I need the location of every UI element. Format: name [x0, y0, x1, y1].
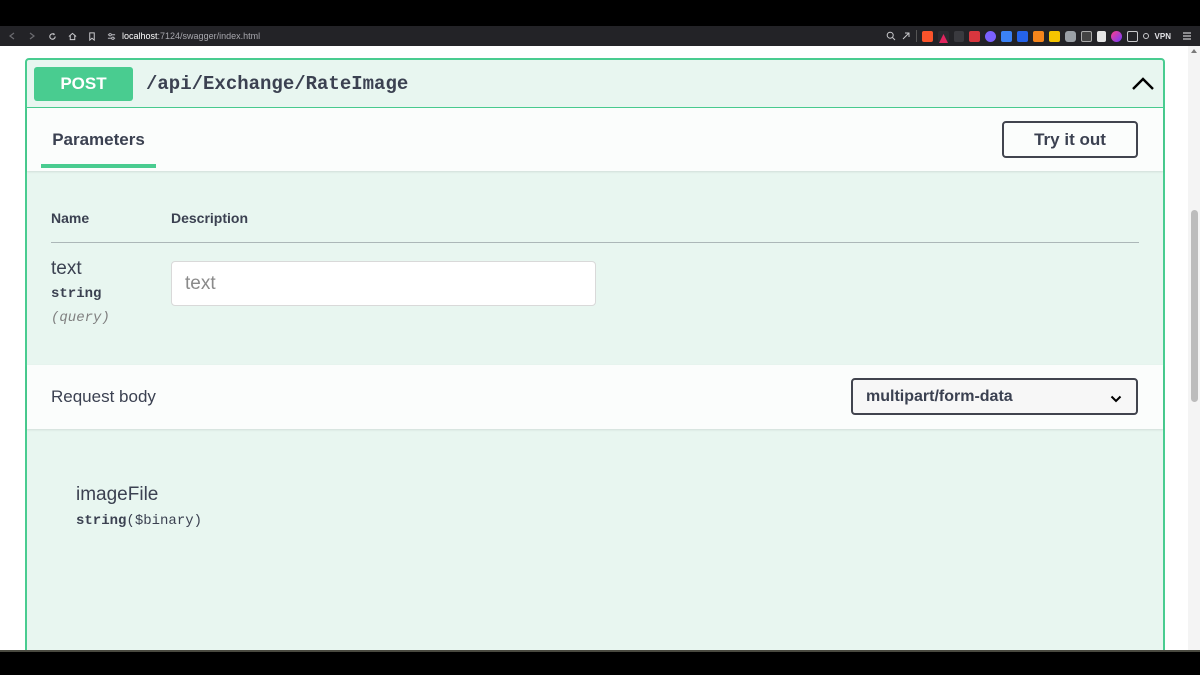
letterbox-bottom	[0, 652, 1200, 675]
body-field-type: string($binary)	[76, 513, 202, 529]
body-field-type-name: string	[76, 513, 127, 529]
operation-path: /api/Exchange/RateImage	[146, 72, 409, 95]
parameters-header: Parameters Try it out	[27, 108, 1163, 171]
page-scrollbar[interactable]	[1188, 46, 1200, 652]
request-body-title: Request body	[51, 387, 156, 406]
menu-icon[interactable]	[1182, 31, 1192, 41]
scrollbar-thumb[interactable]	[1191, 210, 1198, 402]
lastpass-icon[interactable]	[968, 30, 980, 42]
home-icon[interactable]	[64, 28, 80, 44]
url-host: localhost	[122, 31, 158, 41]
back-icon[interactable]	[4, 28, 20, 44]
content-type-value: multipart/form-data	[866, 387, 1013, 405]
scroll-up-arrow-icon[interactable]	[1191, 49, 1197, 53]
address-bar[interactable]: localhost:7124/swagger/index.html	[107, 28, 887, 44]
extension-gray-icon[interactable]	[1080, 30, 1092, 42]
operation-block: POST /api/Exchange/RateImage Parameters …	[25, 58, 1165, 652]
bookmark-icon[interactable]	[84, 28, 100, 44]
site-info-icon[interactable]	[107, 32, 116, 41]
letterbox-top	[0, 0, 1200, 26]
extension-globe-icon[interactable]	[1016, 30, 1028, 42]
extension-blue-icon[interactable]	[1000, 30, 1012, 42]
extension-purple-icon[interactable]	[984, 30, 996, 42]
toolbar-divider	[915, 30, 917, 42]
brave-shield-icon[interactable]	[921, 30, 933, 42]
extension-separator-icon	[953, 30, 964, 42]
parameter-name: text	[51, 258, 82, 279]
tab-active-underline	[41, 164, 156, 168]
request-body-header: Request body multipart/form-data	[27, 365, 1163, 429]
parameter-location: (query)	[51, 310, 110, 326]
sidebar-toggle-icon[interactable]	[1096, 30, 1106, 42]
parameter-type: string	[51, 286, 102, 302]
extensions-bar: VPN	[886, 28, 1192, 44]
vpn-label: VPN	[1154, 31, 1171, 41]
profile-avatar-icon[interactable]	[1110, 30, 1122, 42]
share-icon[interactable]	[901, 31, 911, 41]
extension-grid-icon[interactable]	[1064, 30, 1076, 42]
content-type-select[interactable]: multipart/form-data	[851, 378, 1138, 415]
browser-toolbar: localhost:7124/swagger/index.html VPN	[0, 26, 1200, 46]
brave-rewards-icon[interactable]	[937, 30, 949, 43]
column-header-name: Name	[51, 210, 90, 226]
url-path: :7124/swagger/index.html	[157, 31, 261, 41]
try-it-out-button[interactable]: Try it out	[1002, 121, 1138, 158]
operation-summary[interactable]: POST /api/Exchange/RateImage	[27, 60, 1163, 108]
column-header-description: Description	[171, 210, 249, 226]
forward-icon[interactable]	[24, 28, 40, 44]
url-text: localhost:7124/swagger/index.html	[122, 31, 260, 41]
swagger-page: POST /api/Exchange/RateImage Parameters …	[0, 46, 1200, 652]
chevron-down-icon	[1110, 391, 1122, 403]
wallet-icon[interactable]	[1126, 30, 1138, 42]
tab-parameters[interactable]: Parameters	[41, 108, 156, 171]
collapse-chevron-up-icon[interactable]	[1131, 74, 1155, 94]
reload-icon[interactable]	[44, 28, 60, 44]
body-field-format: ($binary)	[126, 513, 203, 529]
body-field-name: imageFile	[76, 484, 159, 505]
header-divider	[51, 242, 1139, 243]
zoom-icon[interactable]	[886, 31, 896, 41]
text-parameter-input[interactable]	[171, 261, 596, 306]
vpn-button[interactable]: VPN	[1142, 31, 1171, 41]
http-method-badge: POST	[34, 66, 133, 101]
vpn-icon	[1142, 33, 1149, 39]
extension-yellow-icon[interactable]	[1048, 30, 1060, 42]
metamask-icon[interactable]	[1032, 30, 1044, 42]
